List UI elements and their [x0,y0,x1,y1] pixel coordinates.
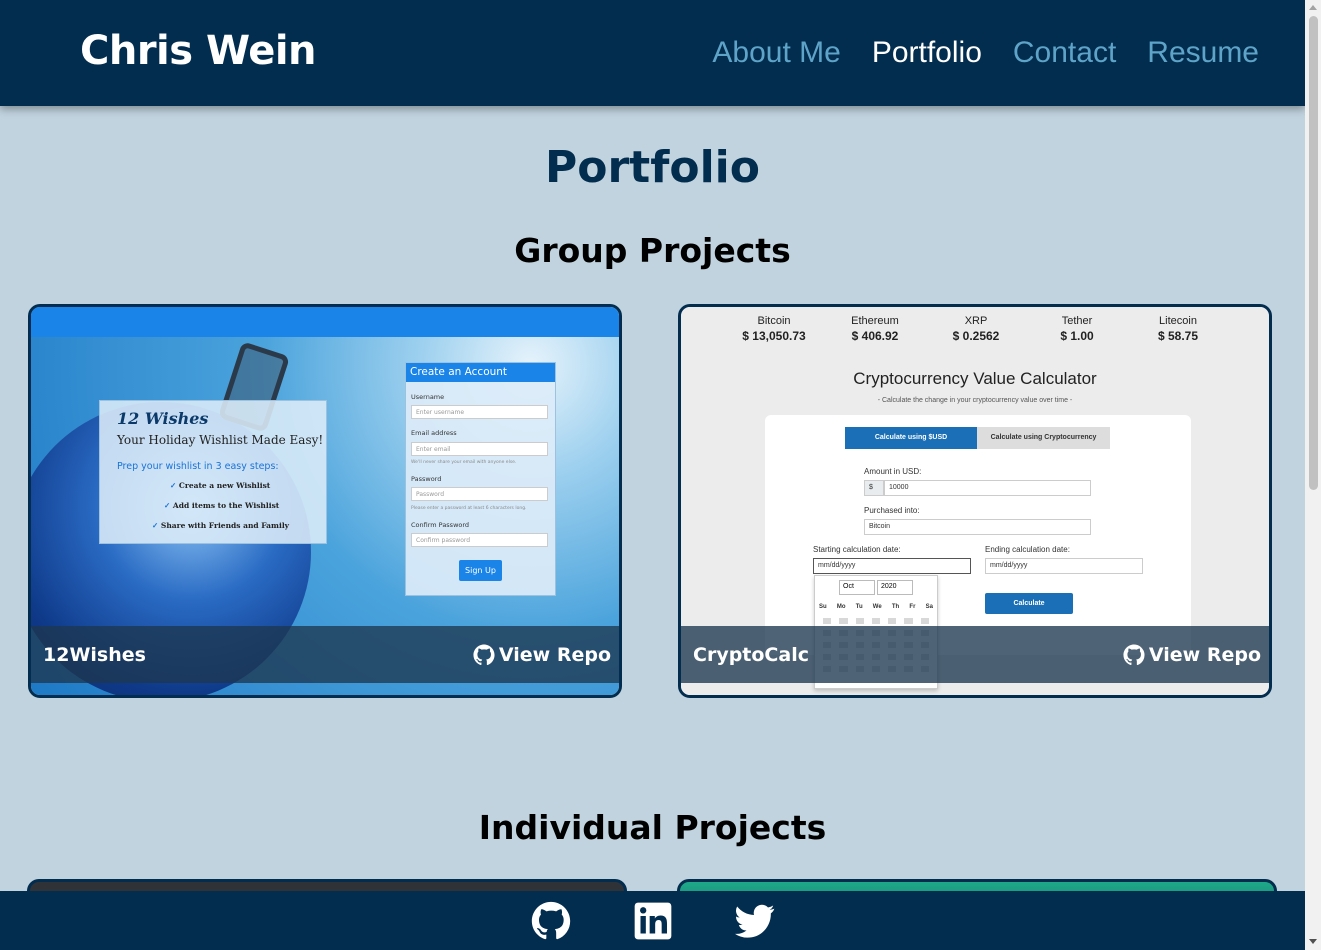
create-account-title: Create an Account [406,363,555,382]
end-date-input: mm/dd/yyyy [985,558,1143,574]
github-icon[interactable] [531,901,571,941]
email-input: Enter email [411,442,548,456]
end-date-label: Ending calculation date: [985,545,1070,554]
wishes-steps-heading: Prep your wishlist in 3 easy steps: [117,461,279,472]
calculator-subtitle: - Calculate the change in your cryptocur… [877,397,1073,404]
project-name: CryptoCalc [693,643,809,666]
weekday-header: Su Mo Tu We Th Fr Sa [819,604,933,610]
navbar: Chris Wein About Me Portfolio Contact Re… [0,0,1305,106]
weekday-label: Tu [855,604,863,610]
linkedin-icon[interactable] [633,901,673,941]
calculate-button: Calculate [985,593,1073,614]
month-select: Oct [839,580,875,595]
create-account-panel: Create an Account Username Enter usernam… [405,362,556,596]
ticker-item: Ethereum $ 406.92 [825,315,925,343]
amount-label: Amount in USD: [864,467,922,476]
weekday-label: Th [891,604,900,610]
calculator-title: Cryptocurrency Value Calculator [853,369,1097,388]
view-repo-link[interactable]: View Repo [473,644,611,666]
wishes-tagline: Your Holiday Wishlist Made Easy! [117,433,324,447]
page-title: Portfolio [545,142,760,193]
ticker-item: XRP $ 0.2562 [926,315,1026,343]
weekday-label: Mo [836,604,846,610]
tab-usd: Calculate using $USD [845,427,977,449]
project-name: 12Wishes [43,643,146,666]
confirm-label: Confirm Password [411,521,470,529]
scroll-down-arrow[interactable] [1309,939,1317,944]
username-label: Username [411,393,445,401]
ticker-coin: Ethereum [851,315,899,327]
password-help: Please enter a password at least 6 chara… [411,506,527,511]
view-repo-label: View Repo [1148,643,1261,666]
ticker-price: $ 58.75 [1157,329,1199,343]
screenshot-topbar [31,307,619,337]
brand-name[interactable]: Chris Wein [80,28,317,74]
scrollbar[interactable] [1305,0,1321,950]
nav-link-about[interactable]: About Me [712,36,840,70]
github-icon [1123,643,1145,665]
project-card-cryptocalc[interactable]: Bitcoin $ 13,050.73 Ethereum $ 406.92 XRP $… [678,304,1272,698]
ticker-coin: Bitcoin [757,315,791,327]
ticker-item: Bitcoin $ 13,050.73 [724,315,824,343]
wishes-step: Share with Friends and Family [152,521,289,530]
ticker-price: $ 406.92 [851,329,899,343]
card-caption-bar: 12Wishes View Repo [31,626,619,683]
ticker-item: Litecoin $ 58.75 [1128,315,1228,343]
ticker-coin: Tether [1061,315,1093,327]
signup-button: Sign Up [459,560,502,581]
project-card-12wishes[interactable]: 12 Wishes Your Holiday Wishlist Made Eas… [28,304,622,698]
wishlist-info-panel: 12 Wishes Your Holiday Wishlist Made Eas… [99,400,327,544]
amount-input: 10000 [884,480,1091,496]
github-icon [473,643,495,665]
wishes-step: Add items to the Wishlist [164,501,279,510]
scroll-thumb[interactable] [1309,16,1318,490]
weekday-label: Fr [909,604,916,610]
password-input: Password [411,487,548,501]
nav-link-resume[interactable]: Resume [1147,36,1259,70]
start-date-input: mm/dd/yyyy [813,558,971,574]
twitter-icon[interactable] [734,901,775,941]
card-caption-bar: CryptoCalc View Repo [681,626,1269,683]
ticker-coin: XRP [964,315,988,327]
nav-link-contact[interactable]: Contact [1013,36,1116,70]
ticker-coin: Litecoin [1159,315,1197,327]
nav-link-portfolio[interactable]: Portfolio [872,36,982,70]
ticker-price: $ 1.00 [1060,329,1094,343]
username-input: Enter username [411,405,548,419]
view-repo-label: View Repo [498,643,611,666]
nav-links: About Me Portfolio Contact Resume [712,36,1259,70]
group-projects-heading: Group Projects [514,231,791,270]
ticker-item: Tether $ 1.00 [1027,315,1127,343]
weekday-label: Su [819,604,827,610]
purchased-label: Purchased into: [864,506,920,515]
wishes-logo: 12 Wishes [117,409,209,428]
email-help: We'll never share your email with anyone… [411,460,517,465]
weekday-label: We [872,604,882,610]
year-select: 2020 [877,580,913,595]
ticker-price: $ 0.2562 [952,329,1000,343]
currency-symbol: $ [864,480,884,496]
weekday-label: Sa [925,604,933,610]
confirm-input: Confirm password [411,533,548,547]
email-label: Email address [411,429,457,437]
password-label: Password [411,475,442,483]
ticker-price: $ 13,050.73 [742,329,806,343]
start-date-label: Starting calculation date: [813,545,901,554]
tab-crypto: Calculate using Cryptocurrency [977,427,1110,449]
view-repo-link[interactable]: View Repo [1123,644,1261,666]
individual-projects-heading: Individual Projects [478,808,827,847]
footer [0,891,1305,950]
scroll-up-arrow[interactable] [1309,5,1317,10]
purchased-select: Bitcoin [864,519,1091,535]
wishes-step: Create a new Wishlist [170,481,270,490]
